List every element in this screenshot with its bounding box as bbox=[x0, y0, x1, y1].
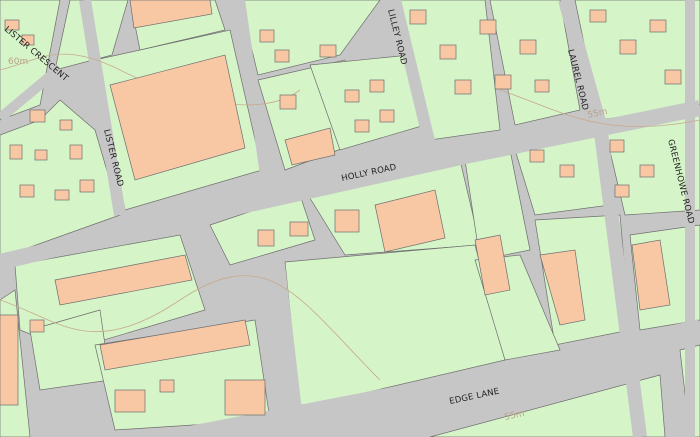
building bbox=[369, 79, 385, 93]
building bbox=[334, 209, 360, 233]
building bbox=[639, 164, 655, 178]
building bbox=[259, 29, 275, 43]
building bbox=[224, 379, 266, 416]
building bbox=[319, 44, 337, 58]
building bbox=[534, 79, 550, 93]
building bbox=[559, 164, 575, 178]
building bbox=[257, 229, 275, 247]
building bbox=[279, 94, 297, 110]
building bbox=[19, 184, 35, 198]
building bbox=[454, 79, 472, 95]
building bbox=[529, 149, 545, 163]
building bbox=[609, 139, 625, 153]
building bbox=[344, 89, 360, 103]
building bbox=[289, 221, 309, 237]
building bbox=[649, 19, 667, 33]
building bbox=[59, 119, 73, 131]
building bbox=[159, 379, 175, 393]
building bbox=[494, 74, 512, 90]
building bbox=[589, 9, 607, 23]
building bbox=[614, 184, 630, 198]
spot-height-label: 60m bbox=[8, 57, 28, 67]
building bbox=[439, 44, 457, 60]
building bbox=[619, 39, 637, 55]
building bbox=[29, 319, 45, 333]
building bbox=[409, 9, 427, 25]
map-canvas[interactable]: HOLLY ROAD EDGE LANE LISTER ROAD LISTER … bbox=[0, 0, 700, 437]
building bbox=[54, 189, 70, 201]
building bbox=[479, 19, 497, 35]
building bbox=[519, 39, 537, 55]
building bbox=[664, 69, 682, 85]
map-view[interactable]: HOLLY ROAD EDGE LANE LISTER ROAD LISTER … bbox=[0, 0, 700, 437]
building bbox=[29, 109, 46, 123]
building bbox=[0, 314, 19, 406]
building bbox=[69, 144, 83, 160]
building bbox=[34, 149, 48, 161]
building bbox=[114, 389, 146, 413]
building bbox=[79, 179, 95, 193]
building bbox=[354, 119, 370, 133]
building bbox=[274, 49, 290, 63]
building bbox=[379, 109, 395, 123]
building bbox=[9, 144, 23, 160]
